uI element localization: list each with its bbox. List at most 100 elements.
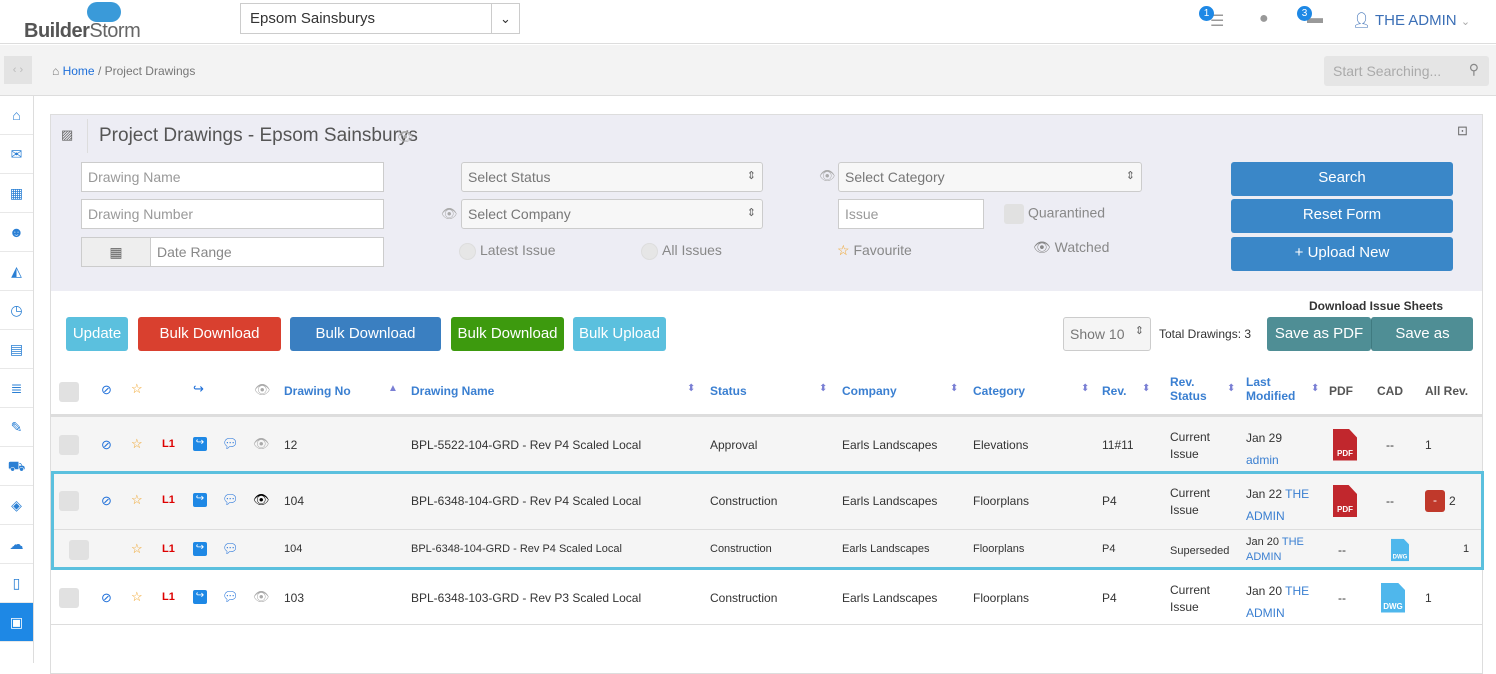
sort-icon[interactable]: ⬍ — [1311, 383, 1319, 394]
row-checkbox[interactable] — [59, 587, 79, 608]
bulk-download-button[interactable]: Bulk Download — [451, 317, 564, 351]
sidebar-drawings-icon[interactable]: ▣ — [0, 603, 33, 642]
col-drawing-no[interactable]: Drawing No — [284, 384, 351, 398]
dwg-file-icon[interactable]: DWG — [1381, 582, 1405, 613]
all-rev-count[interactable]: 1 — [1425, 591, 1432, 605]
project-select[interactable]: Epsom Sainsburys ⌄ — [240, 3, 520, 34]
ban-icon[interactable]: ⊘ — [101, 493, 112, 509]
share-icon[interactable]: ↪ — [193, 542, 207, 556]
col-category[interactable]: Category — [973, 384, 1025, 398]
sidebar-users-icon[interactable]: ☻ — [0, 213, 33, 252]
table-row[interactable]: ⊘ ☆ L1 ↪ 💬︎ 👁︎ 103 BPL-6348-103-GRD - Re… — [51, 569, 1482, 624]
sidebar-home-icon[interactable]: ⌂ — [0, 96, 33, 135]
sidebar-building-icon[interactable]: ▦ — [0, 174, 33, 213]
sort-icon[interactable]: ⬍ — [1142, 383, 1150, 394]
star-icon[interactable]: ☆ — [131, 436, 143, 452]
sidebar-list-icon[interactable]: ≣ — [0, 369, 33, 408]
col-status[interactable]: Status — [710, 384, 747, 398]
breadcrumb-home[interactable]: Home — [63, 64, 95, 78]
alert-icon[interactable]: ● — [1259, 10, 1269, 28]
all-issues-radio[interactable]: All Issues — [641, 242, 722, 260]
drawing-number-input[interactable]: Drawing Number — [81, 199, 384, 229]
eye-icon[interactable]: 👁︎ — [819, 168, 836, 184]
eye-icon[interactable]: 👁︎ — [253, 492, 270, 508]
watched-toggle[interactable]: 👁︎ Watched — [1033, 239, 1109, 256]
sort-icon[interactable]: ⬍ — [687, 383, 695, 394]
table-row[interactable]: ⊘ ☆ L1 ↪ 💬︎ 👁︎ 12 BPL-5522-104-GRD - Rev… — [51, 416, 1482, 471]
save-pdf-button[interactable]: Save as PDF — [1267, 317, 1371, 351]
chevron-down-icon[interactable]: ⌄ — [491, 4, 519, 33]
sidebar-document-icon[interactable]: ▯ — [0, 564, 33, 603]
drawing-name[interactable]: BPL-6348-103-GRD - Rev P3 Scaled Local — [411, 591, 641, 605]
drawing-name-input[interactable]: Drawing Name — [81, 162, 384, 192]
all-rev-count[interactable]: 1 — [1463, 543, 1469, 555]
user-menu[interactable]: 👤︎ THE ADMIN ⌄ — [1352, 11, 1470, 29]
all-rev-count[interactable]: 1 — [1425, 438, 1432, 452]
col-drawing-name[interactable]: Drawing Name — [411, 384, 494, 398]
company-select[interactable]: Select Company — [461, 199, 763, 229]
col-last-modified[interactable]: Last Modified — [1246, 375, 1295, 403]
comment-icon[interactable]: 💬︎ — [222, 436, 239, 452]
sidebar-mail-icon[interactable]: ✉ — [0, 135, 33, 174]
all-rev-count[interactable]: 2 — [1449, 494, 1456, 508]
drawing-name[interactable]: BPL-6348-104-GRD - Rev P4 Scaled Local — [411, 543, 622, 555]
sidebar-layers-icon[interactable]: ◈ — [0, 486, 33, 525]
share-icon[interactable]: ↪ — [193, 436, 207, 451]
search-input[interactable]: Start Searching... ⚲ — [1324, 56, 1489, 86]
update-button[interactable]: Update — [66, 317, 128, 351]
bulk-download-pdf-button[interactable]: Bulk Download PDF — [138, 317, 281, 376]
dwg-file-icon[interactable]: DWG — [1391, 538, 1409, 562]
quarantined-checkbox[interactable]: Quarantined — [1004, 204, 1105, 224]
star-icon[interactable]: ☆ — [131, 589, 143, 605]
sort-icon[interactable]: ⬍ — [950, 383, 958, 394]
lock-icon[interactable]: ⊡ — [1457, 123, 1468, 139]
comment-icon[interactable]: 💬︎ — [222, 541, 239, 557]
comment-icon[interactable]: 💬︎ — [222, 589, 239, 605]
sidebar-wrench-icon[interactable]: ✎ — [0, 408, 33, 447]
logo[interactable]: BuilderStorm — [24, 20, 141, 43]
latest-issue-radio[interactable]: Latest Issue — [459, 242, 556, 260]
modified-by-link[interactable]: admin — [1246, 453, 1279, 467]
status-select[interactable]: Select Status — [461, 162, 763, 192]
save-csv-button[interactable]: Save as CSV — [1371, 317, 1473, 376]
ban-icon[interactable]: ⊘ — [101, 590, 112, 606]
sidebar-cart-icon[interactable]: ⛟ — [0, 447, 33, 486]
eye-icon[interactable]: 👁︎ — [397, 129, 414, 145]
col-rev-status[interactable]: Rev. Status — [1170, 375, 1207, 403]
eye-icon[interactable]: 👁︎ — [441, 206, 458, 222]
share-icon[interactable]: ↪ — [193, 589, 207, 604]
ban-icon[interactable]: ⊘ — [101, 437, 112, 453]
sort-icon[interactable]: ▲ — [388, 383, 398, 394]
eye-icon[interactable]: 👁︎ — [253, 589, 270, 605]
search-button[interactable]: Search — [1231, 162, 1453, 196]
search-icon[interactable]: ⚲ — [1469, 61, 1479, 78]
sidebar-cloud-icon[interactable]: ☁ — [0, 525, 33, 564]
bulk-download-dwg-button[interactable]: Bulk Download DWG — [290, 317, 441, 376]
issue-input[interactable]: Issue — [838, 199, 984, 229]
collapse-revisions-button[interactable]: - — [1425, 490, 1445, 512]
sort-icon[interactable]: ⬍ — [1227, 383, 1235, 394]
sidebar-toggle[interactable]: ‹ › — [4, 56, 32, 84]
pdf-file-icon[interactable]: PDF — [1333, 485, 1357, 517]
row-checkbox[interactable] — [69, 540, 89, 560]
page-size-select[interactable]: Show 10 — [1063, 317, 1151, 351]
sidebar-education-icon[interactable]: ◭ — [0, 252, 33, 291]
drawing-name[interactable]: BPL-6348-104-GRD - Rev P4 Scaled Local — [411, 494, 641, 508]
favourite-toggle[interactable]: ☆ Favourite — [837, 242, 912, 259]
pdf-file-icon[interactable]: PDF — [1333, 428, 1357, 461]
sidebar-clock-icon[interactable]: ◷ — [0, 291, 33, 330]
star-icon[interactable]: ☆ — [131, 492, 143, 508]
row-checkbox[interactable] — [59, 434, 79, 455]
reset-form-button[interactable]: Reset Form — [1231, 199, 1453, 233]
comment-icon[interactable]: 💬︎ — [222, 492, 239, 508]
drawing-name[interactable]: BPL-5522-104-GRD - Rev P4 Scaled Local — [411, 438, 641, 452]
category-select[interactable]: Select Category — [838, 162, 1142, 192]
sidebar-book-icon[interactable]: ▤ — [0, 330, 33, 369]
date-range-input[interactable]: Date Range — [150, 237, 384, 267]
col-company[interactable]: Company — [842, 384, 897, 398]
upload-new-button[interactable]: + Upload New — [1231, 237, 1453, 271]
table-row[interactable]: ⊘ ☆ L1 ↪ 💬︎ 👁︎ 104 BPL-6348-104-GRD - Re… — [51, 471, 1482, 529]
select-all-checkbox[interactable] — [59, 382, 79, 402]
sort-icon[interactable]: ⬍ — [1081, 383, 1089, 394]
row-checkbox[interactable] — [59, 491, 79, 511]
